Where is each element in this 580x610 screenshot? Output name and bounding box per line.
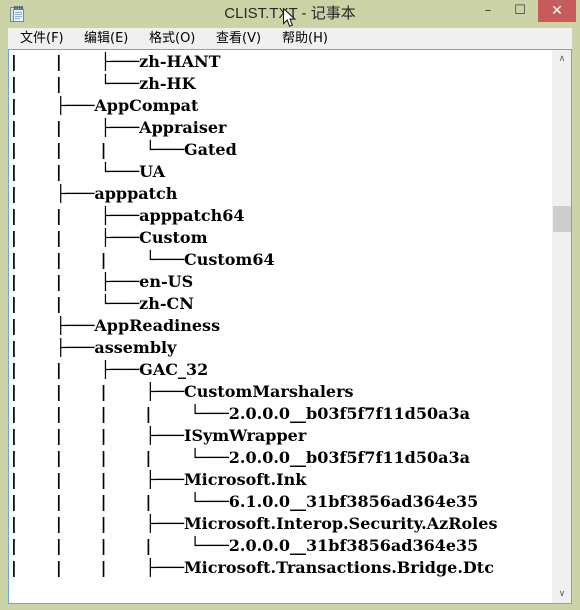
text-line: | | | ├───CustomMarshalers [11,382,354,401]
text-line: | | | ├───ISymWrapper [11,426,307,445]
text-line: | | └───zh-CN [11,294,194,313]
text-line: | ├───assembly [11,338,177,357]
text-line: | | | ├───Microsoft.Interop.Security.AzR… [11,514,498,533]
directory-tree-text: | | ├───zh-HANT | | └───zh-HK | ├───AppCom… [11,51,497,579]
minimize-button[interactable]: – [474,0,502,22]
scroll-up-button[interactable]: ∧ [553,50,571,68]
text-line: | | ├───Custom [11,228,208,247]
text-line: | | ├───GAC_32 [11,360,209,379]
menu-item-2[interactable]: 格式(O) [143,28,201,49]
maximize-button[interactable]: ☐ [506,0,534,22]
close-button[interactable]: ✕ [538,0,576,22]
close-icon: ✕ [551,3,563,19]
title-bar[interactable]: CLIST.TXT - 记事本 – ☐ ✕ [0,0,580,28]
text-line: | | | ├───Microsoft.Transactions.Bridge.… [11,558,494,577]
vertical-scrollbar[interactable]: ∧ ∨ [552,50,571,603]
text-line: | | ├───zh-HANT [11,52,221,71]
minimize-icon: – [484,3,492,18]
text-line: | ├───AppReadiness [11,316,221,335]
text-line: | ├───AppCompat [11,96,199,115]
text-line: | | | | └───2.0.0.0__31bf3856ad364e35 [11,536,479,555]
text-line: | | | └───Gated [11,140,237,159]
scrollbar-thumb[interactable] [553,206,571,232]
menu-item-4[interactable]: 帮助(H) [276,28,334,49]
text-line: | | ├───en-US [11,272,194,291]
text-line: | | ├───apppatch64 [11,206,245,225]
text-line: | | | | └───2.0.0.0__b03f5f7f11d50a3a [11,404,470,423]
text-line: | | └───UA [11,162,166,181]
editor-client-area: | | ├───zh-HANT | | └───zh-HK | ├───AppCom… [8,49,572,604]
menu-bar: 文件(F) 编辑(E) 格式(O) 查看(V) 帮助(H) [8,28,572,49]
text-line: | | | └───Custom64 [11,250,275,269]
text-line: | | └───zh-HK [11,74,196,93]
text-line: | ├───apppatch [11,184,178,203]
menu-item-1[interactable]: 编辑(E) [78,28,134,49]
text-editor[interactable]: | | ├───zh-HANT | | └───zh-HK | ├───AppCom… [9,50,553,603]
scroll-down-button[interactable]: ∨ [553,585,571,603]
maximize-icon: ☐ [514,3,526,18]
text-line: | | | ├───Microsoft.Ink [11,470,307,489]
notepad-window: CLIST.TXT - 记事本 – ☐ ✕ 文件(F) 编辑(E) 格式(O) 查看(… [0,0,580,610]
menu-item-3[interactable]: 查看(V) [210,28,267,49]
menu-item-0[interactable]: 文件(F) [14,28,70,49]
text-line: | | ├───Appraiser [11,118,227,137]
text-line: | | | | └───2.0.0.0__b03f5f7f11d50a3a [11,448,470,467]
text-line: | | | | └───6.1.0.0__31bf3856ad364e35 [11,492,479,511]
